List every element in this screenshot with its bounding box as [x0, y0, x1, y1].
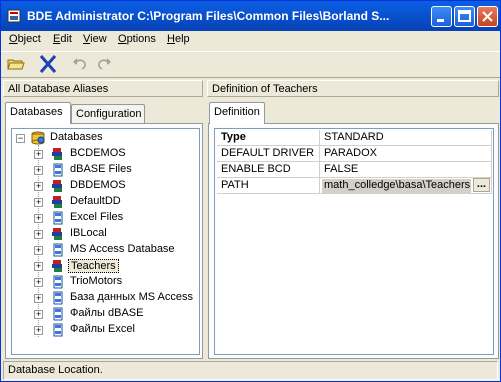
undo-button[interactable] [69, 54, 91, 74]
menu-bar: Object Edit View Options Help [1, 31, 500, 49]
tree-item[interactable]: + Файлы Excel [14, 322, 194, 338]
tree-item-label: TrioMotors [70, 275, 123, 287]
property-name[interactable]: DEFAULT DRIVER [217, 146, 320, 162]
title-bar[interactable]: BDE Administrator C:\Program Files\Commo… [1, 1, 500, 31]
menu-object[interactable]: Object [9, 33, 41, 45]
odbc-alias-icon [53, 275, 63, 289]
property-name[interactable]: ENABLE BCD [217, 162, 320, 178]
expand-icon[interactable]: + [34, 214, 43, 223]
database-alias-icon [52, 180, 62, 192]
tree-item[interactable]: + DefaultDD [14, 194, 194, 210]
tree-item-label: IBLocal [70, 227, 107, 239]
expand-icon[interactable]: + [34, 310, 43, 319]
delete-button[interactable] [37, 54, 59, 74]
expand-icon[interactable]: + [34, 278, 43, 287]
database-alias-icon [52, 196, 62, 208]
redo-icon [98, 58, 111, 70]
tree-item-label: DefaultDD [70, 195, 121, 207]
expand-icon[interactable]: + [34, 262, 43, 271]
expand-icon[interactable]: + [34, 230, 43, 239]
tree-root-databases[interactable]: − Databases [14, 130, 194, 146]
expand-icon[interactable]: + [34, 182, 43, 191]
tree-item[interactable]: + dBASE Files [14, 162, 194, 178]
pane-splitter[interactable] [204, 80, 207, 358]
database-alias-icon [52, 260, 62, 272]
path-input[interactable]: math_colledge\basa\Teachers [322, 179, 471, 193]
database-alias-icon [52, 148, 62, 160]
odbc-alias-icon [53, 291, 63, 305]
maximize-button[interactable] [454, 6, 475, 27]
tree-item-label: Excel Files [70, 211, 124, 223]
tree-item-label: Файлы dBASE [70, 307, 144, 319]
tree-item[interactable]: + Файлы dBASE [14, 306, 194, 322]
close-icon [482, 11, 493, 22]
collapse-icon[interactable]: − [16, 134, 25, 143]
menu-edit[interactable]: Edit [53, 33, 72, 45]
minimize-icon [437, 19, 444, 22]
undo-icon [73, 58, 86, 70]
tree-item-label: BCDEMOS [70, 147, 126, 159]
odbc-alias-icon [53, 211, 63, 225]
left-pane-header: All Database Aliases [3, 80, 203, 97]
expand-icon[interactable]: + [34, 166, 43, 175]
tree-item[interactable]: + Teachers [14, 258, 194, 274]
odbc-alias-icon [53, 163, 63, 177]
tree-item-label: Файлы Excel [70, 323, 135, 335]
menu-options[interactable]: Options [118, 33, 156, 45]
property-value[interactable]: PARADOX [320, 146, 492, 162]
tree-item[interactable]: + Excel Files [14, 210, 194, 226]
status-bar: Database Location. [3, 361, 498, 380]
tree-item-label: dBASE Files [70, 163, 132, 175]
delete-x-icon [39, 55, 57, 73]
property-value[interactable]: STANDARD [320, 130, 492, 146]
property-name[interactable]: Type [217, 130, 320, 146]
tree-item[interactable]: + База данных MS Access [14, 290, 194, 306]
bde-app-icon [7, 9, 21, 23]
open-folder-icon [7, 59, 25, 70]
odbc-alias-icon [53, 323, 63, 337]
minimize-button[interactable] [431, 6, 452, 27]
property-value[interactable]: FALSE [320, 162, 492, 178]
tree-item-label: База данных MS Access [70, 291, 193, 303]
tree-item[interactable]: + MS Access Database [14, 242, 194, 258]
tab-definition[interactable]: Definition [209, 102, 265, 124]
expand-icon[interactable]: + [34, 198, 43, 207]
odbc-alias-icon [53, 307, 63, 321]
path-edit-cell[interactable]: math_colledge\basa\Teachers... [320, 178, 492, 194]
expand-icon[interactable]: + [34, 150, 43, 159]
tab-databases[interactable]: Databases [5, 102, 71, 124]
odbc-alias-icon [53, 243, 63, 257]
close-button[interactable] [477, 6, 498, 27]
expand-icon[interactable]: + [34, 294, 43, 303]
expand-icon[interactable]: + [34, 326, 43, 335]
tree-item[interactable]: + DBDEMOS [14, 178, 194, 194]
tab-configuration[interactable]: Configuration [71, 104, 145, 124]
tree-item-label: DBDEMOS [70, 179, 126, 191]
expand-icon[interactable]: + [34, 246, 43, 255]
tree-item[interactable]: + TrioMotors [14, 274, 194, 290]
window-title: BDE Administrator C:\Program Files\Commo… [27, 9, 390, 23]
open-button[interactable] [5, 54, 27, 74]
alias-tree[interactable]: − Databases + BCDEMOS + dBASE Files + DBDEMOS + D… [11, 128, 200, 355]
browse-ellipsis-button[interactable]: ... [473, 178, 490, 192]
property-name[interactable]: PATH [217, 178, 320, 194]
tree-item[interactable]: + BCDEMOS [14, 146, 194, 162]
tree-root-label: Databases [50, 131, 103, 143]
tree-item-label: Teachers [68, 259, 119, 273]
right-pane-header: Definition of Teachers [207, 80, 499, 97]
tree-item[interactable]: + IBLocal [14, 226, 194, 242]
menu-view[interactable]: View [83, 33, 107, 45]
bde-administrator-window: BDE Administrator C:\Program Files\Commo… [0, 0, 501, 382]
database-alias-icon [52, 228, 62, 240]
databases-root-icon [31, 131, 45, 145]
tree-item-label: MS Access Database [70, 243, 175, 255]
toolbar [1, 51, 500, 76]
redo-button[interactable] [93, 54, 115, 74]
definition-grid[interactable]: Type STANDARD DEFAULT DRIVER PARADOX ENABLE … [214, 128, 494, 355]
menu-help[interactable]: Help [167, 33, 190, 45]
maximize-icon [458, 10, 471, 22]
toolbar-divider [1, 77, 500, 78]
